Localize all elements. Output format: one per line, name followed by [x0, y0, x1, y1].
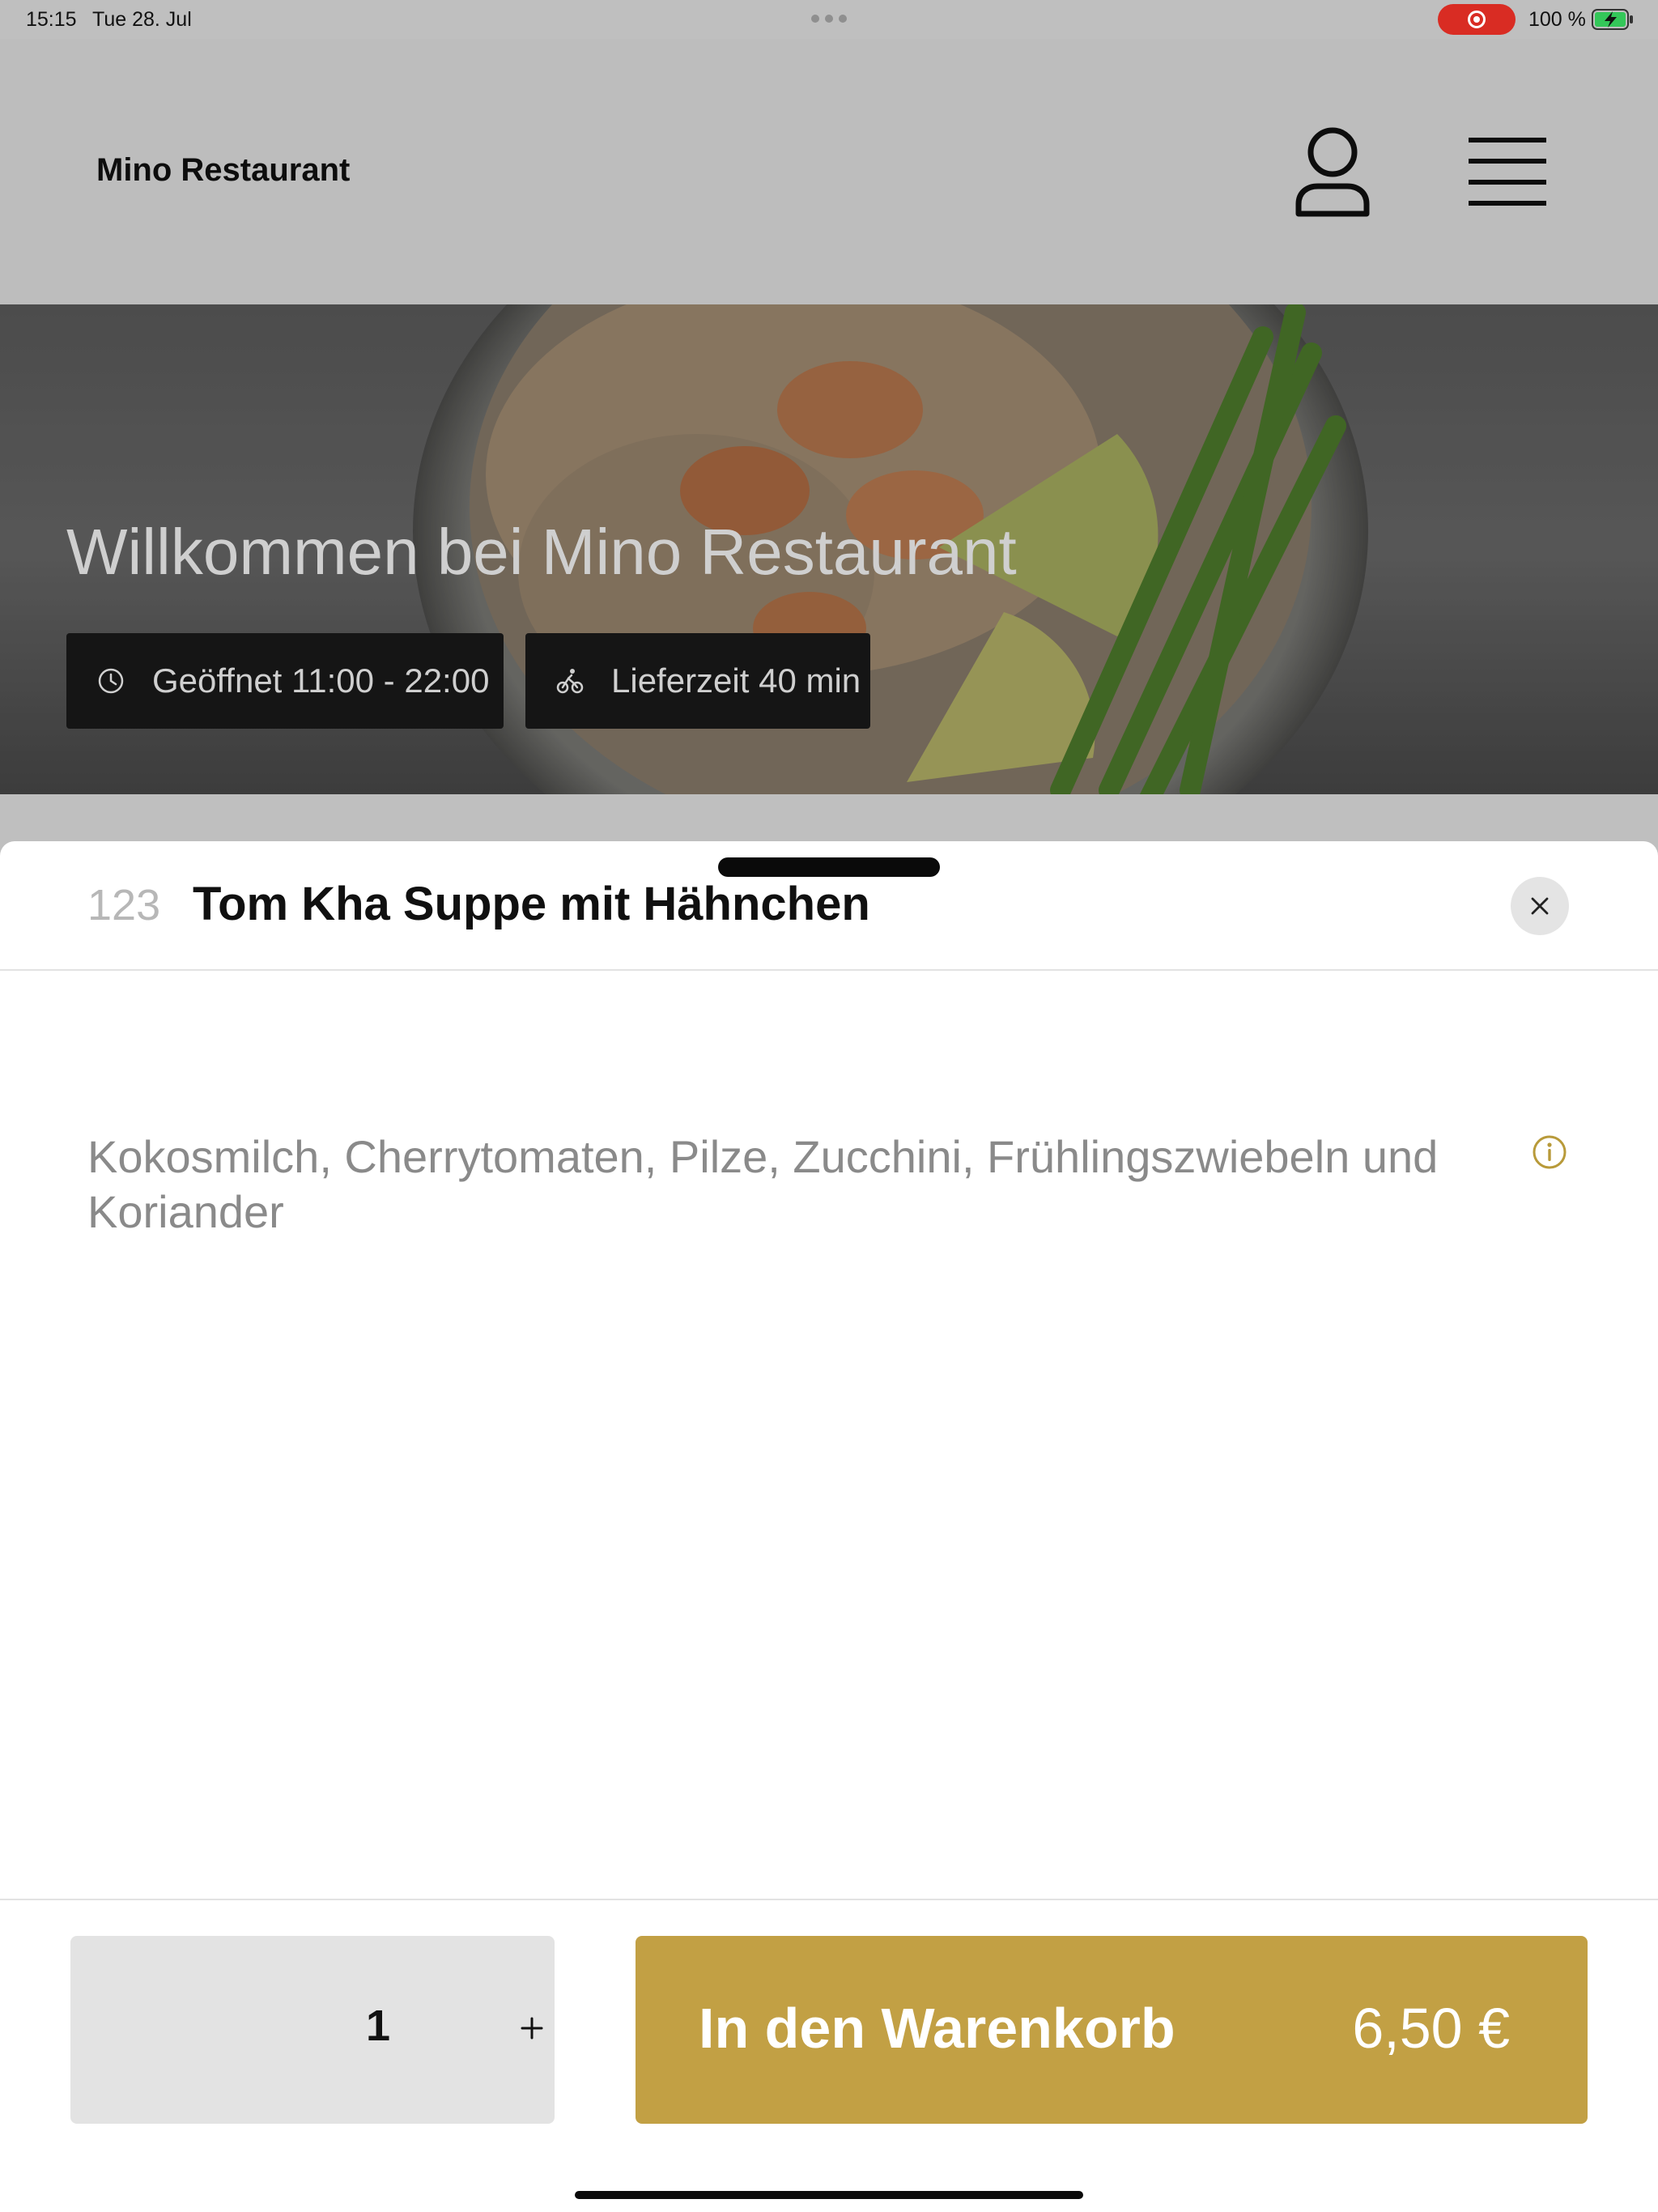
multitasking-dots-icon[interactable] [811, 11, 847, 26]
quantity-stepper: 1 [70, 1936, 555, 2124]
hero-banner: Willkommen bei Mino Restaurant Geöffnet … [0, 304, 1658, 794]
add-to-cart-button[interactable]: In den Warenkorb 6,50 € [636, 1936, 1588, 2124]
user-icon[interactable] [1292, 126, 1373, 220]
battery-charging-icon [1592, 9, 1634, 36]
item-number: 123 [87, 881, 161, 929]
opening-hours-badge: Geöffnet 11:00 - 22:00 [66, 633, 504, 729]
delivery-time-text: Lieferzeit 40 min [611, 661, 861, 700]
item-price: 6,50 € [1352, 1997, 1510, 2060]
delivery-time-badge: Lieferzeit 40 min [525, 633, 870, 729]
close-button[interactable] [1511, 877, 1569, 935]
plus-icon [521, 2017, 543, 2040]
brand-title[interactable]: Mino Restaurant [96, 152, 350, 189]
hero-title: Willkommen bei Mino Restaurant [66, 516, 1017, 588]
opening-hours-text: Geöffnet 11:00 - 22:00 [152, 661, 490, 700]
sheet-header: 123 Tom Kha Suppe mit Hähnchen [0, 841, 1658, 971]
item-description: Kokosmilch, Cherrytomaten, Pilze, Zucchi… [87, 1131, 1439, 1237]
close-icon [1529, 895, 1550, 917]
quantity-value: 1 [365, 2001, 391, 2050]
sheet-grabber[interactable] [718, 857, 940, 877]
content-strip [0, 794, 1658, 843]
screen-recording-icon[interactable] [1438, 4, 1516, 35]
status-bar: 15:15 Tue 28. Jul 100 % [0, 0, 1658, 39]
hamburger-menu-icon[interactable] [1467, 136, 1548, 209]
item-title: Tom Kha Suppe mit Hähnchen [193, 878, 870, 930]
quantity-plus-button[interactable] [508, 2004, 556, 2052]
home-indicator[interactable] [575, 2191, 1083, 2199]
clock-icon [97, 667, 125, 695]
info-icon[interactable] [1532, 1134, 1567, 1170]
status-time: 15:15 [26, 8, 77, 31]
sheet-footer: 1 In den Warenkorb 6,50 € [0, 1899, 1658, 2212]
bicycle-delivery-icon [556, 667, 584, 695]
item-detail-sheet: 123 Tom Kha Suppe mit Hähnchen Kokosmilc… [0, 841, 1658, 2212]
app-header: Mino Restaurant [0, 39, 1658, 304]
add-to-cart-label: In den Warenkorb [699, 1997, 1175, 2060]
battery-percentage: 100 % [1528, 8, 1586, 31]
status-date: Tue 28. Jul [92, 8, 192, 31]
